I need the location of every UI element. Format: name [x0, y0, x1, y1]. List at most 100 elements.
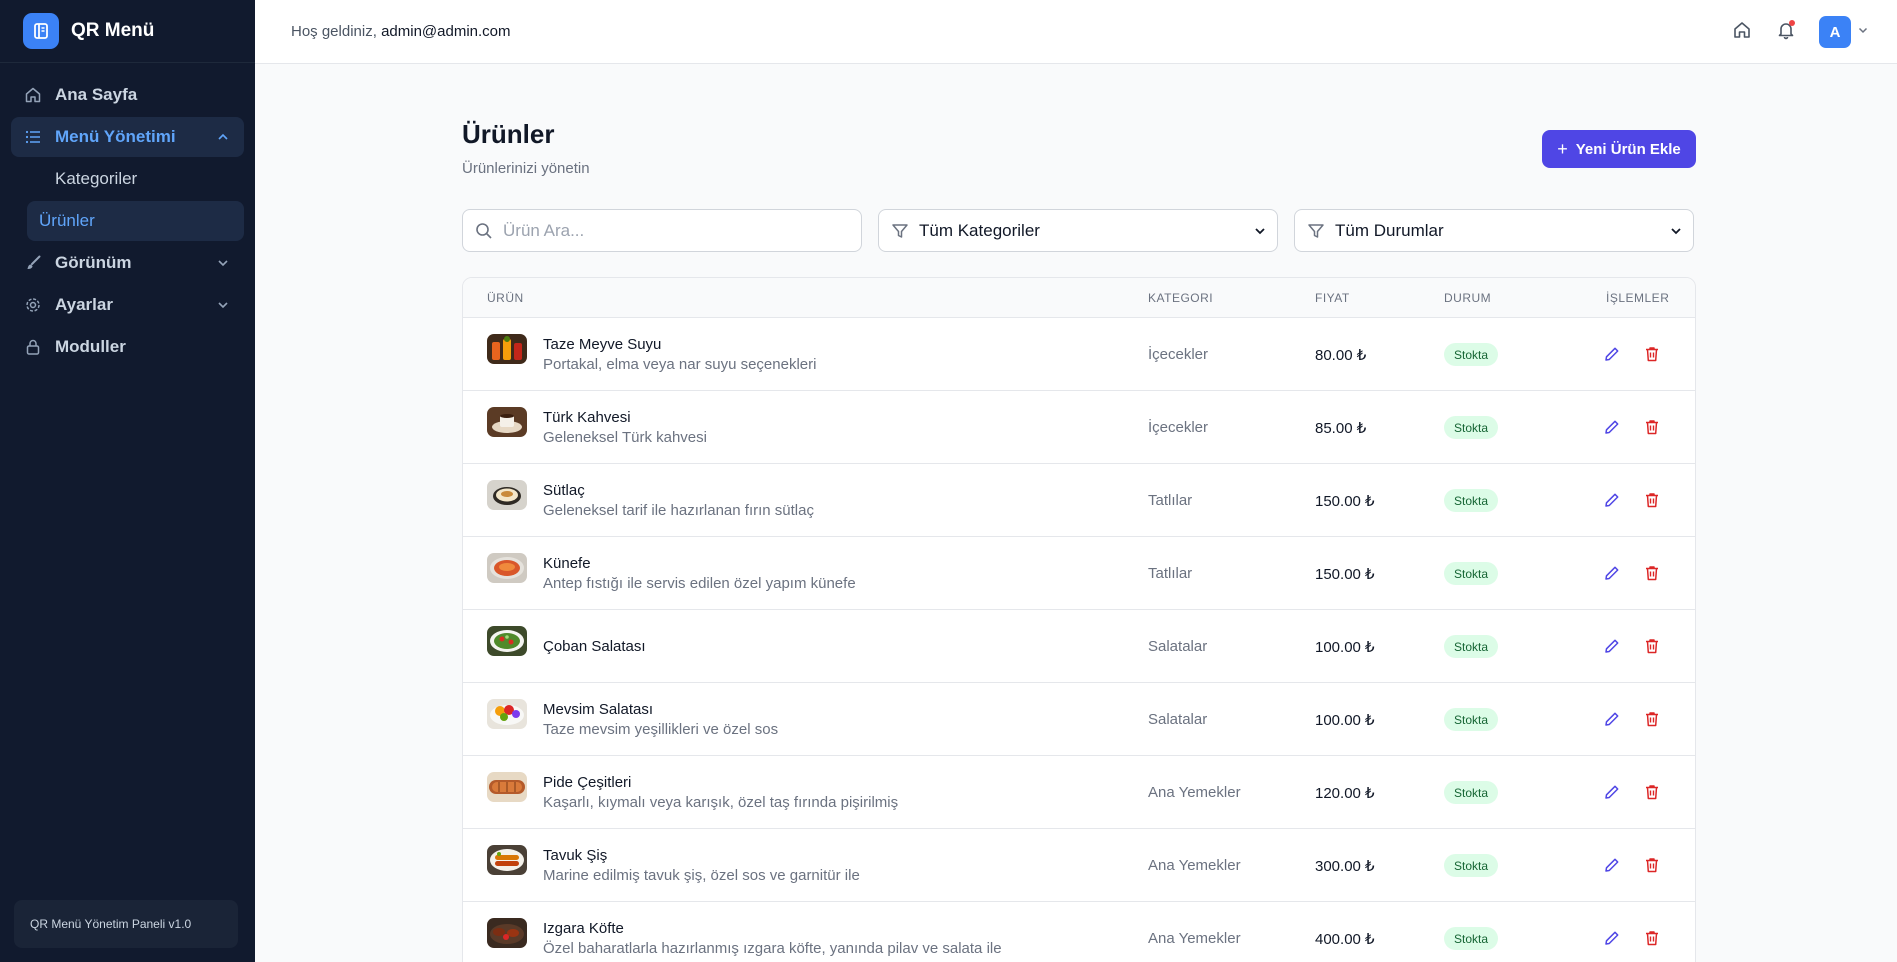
trash-icon[interactable] — [1643, 564, 1661, 587]
trash-icon[interactable] — [1643, 783, 1661, 806]
filter-icon — [1307, 222, 1325, 240]
product-price: 300.00 ₺ — [1315, 858, 1375, 875]
trash-icon[interactable] — [1643, 491, 1661, 514]
product-image — [487, 407, 527, 437]
sidebar-item-label: Ana Sayfa — [55, 85, 138, 104]
column-header-product: ÜRÜN — [487, 291, 524, 305]
product-image — [487, 772, 527, 802]
product-category: Tatlılar — [1148, 492, 1193, 509]
product-description: Özel baharatlarla hazırlanmış ızgara köf… — [543, 940, 1002, 957]
status-badge: Stokta — [1444, 854, 1499, 877]
edit-icon[interactable] — [1603, 856, 1621, 879]
add-product-label: Yeni Ürün Ekle — [1575, 140, 1681, 158]
edit-icon[interactable] — [1603, 564, 1621, 587]
product-name: Sütlaç — [543, 482, 585, 499]
product-price: 400.00 ₺ — [1315, 931, 1375, 948]
product-price: 150.00 ₺ — [1315, 493, 1375, 510]
table-row: Türk Kahvesi Geleneksel Türk kahvesi İçe… — [463, 391, 1695, 464]
search-icon — [475, 222, 493, 240]
category-select-value: Tüm Kategoriler — [919, 220, 1040, 240]
status-badge: Stokta — [1444, 708, 1499, 731]
product-description: Geleneksel tarif ile hazırlanan fırın sü… — [543, 502, 814, 519]
product-price: 100.00 ₺ — [1315, 639, 1375, 656]
trash-icon[interactable] — [1643, 929, 1661, 952]
product-name: Türk Kahvesi — [543, 409, 631, 426]
welcome-text: Hoş geldiniz, admin@admin.com — [291, 23, 511, 40]
trash-icon[interactable] — [1643, 710, 1661, 733]
status-badge: Stokta — [1444, 562, 1499, 585]
chevron-down-icon — [216, 255, 230, 275]
product-image — [487, 626, 527, 656]
product-image — [487, 699, 527, 729]
column-header-category: KATEGORI — [1148, 291, 1214, 305]
product-name: Tavuk Şiş — [543, 847, 608, 864]
chevron-down-icon — [216, 297, 230, 317]
column-header-actions: İŞLEMLER — [1606, 291, 1670, 305]
menu-book-icon — [23, 13, 59, 49]
page-header: Ürünler Ürünlerinizi yönetin — [462, 119, 590, 177]
add-product-button[interactable]: + Yeni Ürün Ekle — [1542, 130, 1696, 168]
table-row: Taze Meyve Suyu Portakal, elma veya nar … — [463, 318, 1695, 391]
avatar[interactable]: A — [1819, 16, 1851, 48]
sidebar-item-modules[interactable]: Moduller — [11, 327, 244, 367]
product-price: 100.00 ₺ — [1315, 712, 1375, 729]
brand[interactable]: QR Menü — [0, 0, 255, 63]
category-select[interactable]: Tüm Kategoriler — [878, 209, 1278, 252]
edit-icon[interactable] — [1603, 929, 1621, 952]
topbar: Hoş geldiniz, admin@admin.com A — [255, 0, 1897, 64]
edit-icon[interactable] — [1603, 637, 1621, 660]
status-badge: Stokta — [1444, 343, 1499, 366]
edit-icon[interactable] — [1603, 345, 1621, 368]
version-footer: QR Menü Yönetim Paneli v1.0 — [14, 900, 238, 948]
product-price: 80.00 ₺ — [1315, 347, 1367, 364]
product-category: İçecekler — [1148, 419, 1209, 436]
product-image — [487, 334, 527, 364]
edit-icon[interactable] — [1603, 491, 1621, 514]
chevron-up-icon — [216, 129, 230, 149]
product-image — [487, 918, 527, 948]
main-content: Ürünler Ürünlerinizi yönetin + Yeni Ürün… — [255, 64, 1897, 962]
table-row: Sütlaç Geleneksel tarif ile hazırlanan f… — [463, 464, 1695, 537]
product-name: Çoban Salatası — [543, 638, 646, 655]
trash-icon[interactable] — [1643, 637, 1661, 660]
column-header-price: FIYAT — [1315, 291, 1350, 305]
trash-icon[interactable] — [1643, 418, 1661, 441]
product-name: Taze Meyve Suyu — [543, 336, 662, 353]
product-image — [487, 845, 527, 875]
product-name: Pide Çeşitleri — [543, 774, 632, 791]
sidebar-subitem-products[interactable]: Ürünler — [27, 201, 244, 241]
products-table: ÜRÜN KATEGORI FIYAT DURUM İŞLEMLER Taze … — [462, 277, 1696, 962]
chevron-down-icon — [1253, 224, 1267, 243]
product-name: Mevsim Salatası — [543, 701, 654, 718]
sidebar-item-settings[interactable]: Ayarlar — [11, 285, 244, 325]
edit-icon[interactable] — [1603, 418, 1621, 441]
home-button[interactable] — [1725, 15, 1759, 49]
sidebar: QR Menü Ana Sayfa Menü Yönetimi Kategori… — [0, 0, 255, 962]
product-image — [487, 480, 527, 510]
edit-icon[interactable] — [1603, 783, 1621, 806]
gear-icon — [23, 295, 43, 315]
trash-icon[interactable] — [1643, 345, 1661, 368]
status-select[interactable]: Tüm Durumlar — [1294, 209, 1694, 252]
status-badge: Stokta — [1444, 927, 1499, 950]
search-input[interactable] — [503, 220, 823, 241]
product-category: İçecekler — [1148, 346, 1209, 363]
edit-icon[interactable] — [1603, 710, 1621, 733]
sidebar-subitem-categories[interactable]: Kategoriler — [27, 159, 244, 199]
filter-icon — [891, 222, 909, 240]
product-category: Salatalar — [1148, 638, 1208, 655]
sidebar-item-menu-management[interactable]: Menü Yönetimi — [11, 117, 244, 157]
table-row: Mevsim Salatası Taze mevsim yeşillikleri… — [463, 683, 1695, 756]
product-category: Salatalar — [1148, 711, 1208, 728]
sidebar-item-appearance[interactable]: Görünüm — [11, 243, 244, 283]
notifications-button[interactable] — [1769, 15, 1803, 49]
trash-icon[interactable] — [1643, 856, 1661, 879]
table-header: ÜRÜN KATEGORI FIYAT DURUM İŞLEMLER — [463, 278, 1695, 318]
sidebar-item-home[interactable]: Ana Sayfa — [11, 75, 244, 115]
product-category: Tatlılar — [1148, 565, 1193, 582]
chevron-down-icon[interactable] — [1857, 23, 1869, 41]
brand-name: QR Menü — [71, 20, 155, 41]
status-badge: Stokta — [1444, 635, 1499, 658]
user-email: admin@admin.com — [381, 23, 511, 40]
product-description: Taze mevsim yeşillikleri ve özel sos — [543, 721, 779, 738]
